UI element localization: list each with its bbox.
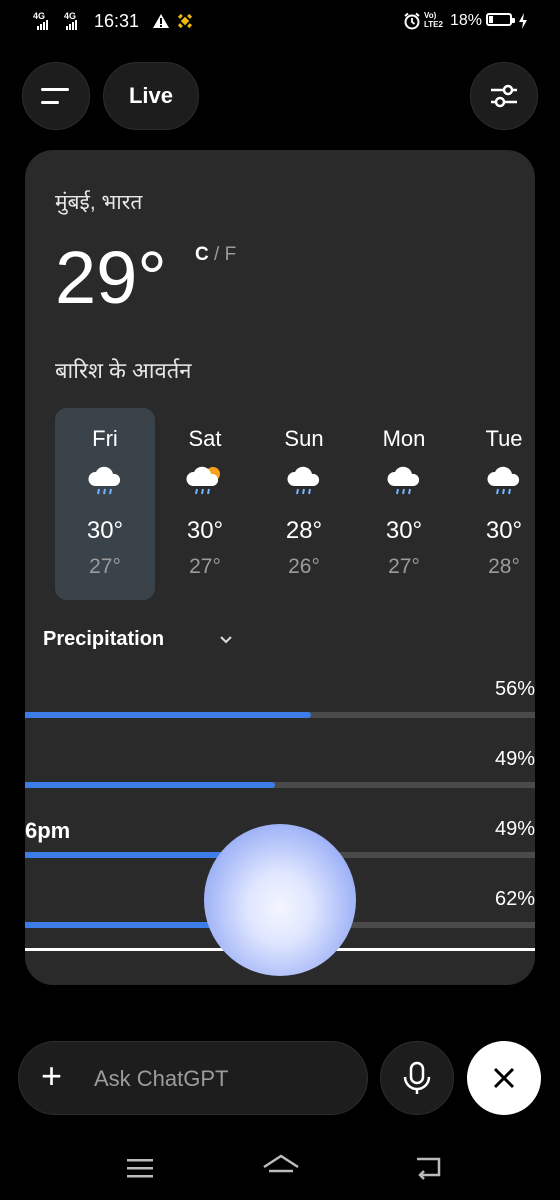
day-low: 26° — [288, 555, 320, 578]
sun-rain-cloud-icon — [186, 466, 220, 495]
forecast-day-fri[interactable]: Fri 30° 27° — [55, 408, 155, 600]
forecast-day-tue[interactable]: Tue 30° 28° — [454, 408, 535, 600]
warning-icon — [153, 14, 169, 28]
recents-icon[interactable] — [127, 1157, 155, 1179]
rain-cloud-icon — [287, 466, 320, 495]
alarm-icon — [404, 12, 420, 30]
input-placeholder: Ask ChatGPT — [94, 1066, 229, 1091]
unit-toggle[interactable]: C / F — [195, 244, 236, 266]
precip-bar-fill — [25, 782, 275, 788]
day-name: Tue — [485, 426, 523, 451]
day-high: 28° — [285, 517, 323, 544]
day-name: Mon — [382, 426, 426, 451]
menu-button[interactable] — [22, 62, 90, 130]
precipitation-dropdown[interactable]: Precipitation — [43, 628, 164, 651]
clock: 16:31 — [94, 11, 140, 31]
day-low: 27° — [89, 555, 121, 578]
unit-celsius[interactable]: C — [195, 244, 209, 265]
day-name: Sat — [188, 426, 222, 451]
forecast-day-mon[interactable]: Mon 30° 27° — [354, 408, 454, 600]
day-high: 30° — [385, 517, 423, 544]
back-icon[interactable] — [413, 1155, 443, 1181]
day-low: 28° — [488, 555, 520, 578]
day-name: Fri — [92, 426, 118, 451]
unit-separator: / — [214, 244, 220, 265]
microphone-icon — [403, 1061, 431, 1094]
location-label: मुंबई, भारत — [55, 191, 143, 214]
rain-cloud-icon — [88, 466, 121, 495]
plus-icon[interactable]: + — [41, 1058, 62, 1094]
status-bar: 4G 4G 16:31 Vo) LTE2 18% — [0, 0, 560, 44]
day-high: 30° — [186, 517, 224, 544]
settings-button[interactable] — [470, 62, 538, 130]
time-label: 6pm — [25, 818, 71, 843]
chat-input[interactable]: + Ask ChatGPT — [18, 1041, 368, 1115]
current-temperature: 29° — [55, 236, 167, 319]
binance-icon — [177, 13, 193, 29]
day-high: 30° — [86, 517, 124, 544]
forecast-day-sun[interactable]: Sun 28° 26° — [254, 408, 354, 600]
battery-icon — [486, 13, 515, 26]
day-low: 27° — [189, 555, 221, 578]
precip-bar — [25, 712, 535, 718]
home-icon[interactable] — [262, 1154, 300, 1180]
sliders-icon — [491, 84, 517, 108]
volte-indicator: Vo) LTE2 — [424, 11, 443, 29]
precip-bar — [25, 782, 535, 788]
charging-icon — [519, 13, 527, 29]
battery-percent: 18% — [450, 12, 483, 29]
voice-orb[interactable] — [204, 824, 356, 976]
unit-fahrenheit[interactable]: F — [225, 244, 237, 265]
signal-icon — [37, 20, 48, 30]
rain-cloud-icon — [487, 466, 520, 495]
precip-bar-fill — [25, 712, 311, 718]
menu-icon — [41, 88, 69, 104]
system-nav-bar — [0, 1140, 560, 1200]
precip-percent: 49% — [494, 818, 535, 840]
mic-button[interactable] — [380, 1041, 454, 1115]
forecast-day-sat[interactable]: Sat 30° 27° — [155, 408, 255, 600]
close-voice-button[interactable] — [467, 1041, 541, 1115]
live-button[interactable]: Live — [103, 62, 199, 130]
day-high: 30° — [485, 517, 523, 544]
precip-percent: 56% — [494, 678, 535, 700]
precip-percent: 49% — [494, 748, 535, 770]
close-icon — [493, 1067, 515, 1089]
rain-cloud-icon — [387, 466, 420, 495]
forecast-title: बारिश के आवर्तन — [55, 358, 192, 383]
day-low: 27° — [388, 555, 420, 578]
chevron-down-icon[interactable] — [219, 635, 233, 645]
signal-icon — [66, 20, 77, 30]
precip-percent: 62% — [494, 888, 535, 910]
live-label: Live — [128, 83, 174, 108]
day-name: Sun — [284, 426, 324, 451]
